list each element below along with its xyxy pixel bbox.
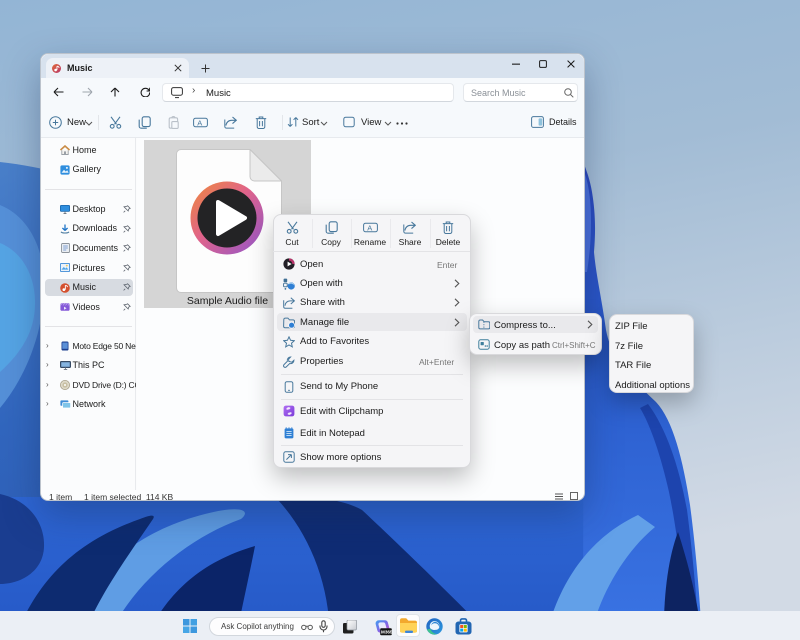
svg-text:A: A [367,223,372,232]
svg-text:A: A [197,118,202,127]
svg-text:M365: M365 [381,630,393,635]
